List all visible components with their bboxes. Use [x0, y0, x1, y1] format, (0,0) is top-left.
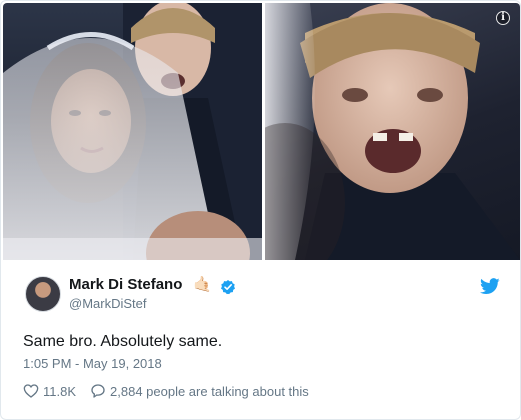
photo-left[interactable]: [3, 3, 262, 260]
tweet-text: Same bro. Absolutely same.: [23, 333, 223, 350]
boy-closeup-illustration: [265, 3, 520, 260]
call-me-hand-icon: 🤙🏻: [193, 275, 212, 293]
twitter-bird-icon[interactable]: [480, 278, 500, 295]
heart-icon[interactable]: [23, 383, 39, 399]
talking-about-link[interactable]: 2,884 people are talking about this: [110, 384, 309, 399]
speech-bubble-icon[interactable]: [90, 383, 106, 399]
author-handle[interactable]: @MarkDiStef: [69, 296, 147, 311]
avatar[interactable]: [25, 276, 61, 312]
tweet-actions: 11.8K 2,884 people are talking about thi…: [23, 381, 309, 401]
like-count[interactable]: 11.8K: [43, 384, 76, 399]
info-icon[interactable]: i: [496, 11, 510, 25]
tweet-media[interactable]: i: [3, 3, 520, 260]
verified-check-icon: [221, 280, 235, 295]
embedded-tweet-card[interactable]: i Mark Di Stefano 🤙🏻 @MarkDiStef Same br…: [0, 0, 521, 420]
tweet-timestamp[interactable]: 1:05 PM - May 19, 2018: [23, 356, 162, 371]
bride-photo-illustration: [3, 3, 262, 260]
author-name[interactable]: Mark Di Stefano: [69, 276, 182, 293]
photo-right[interactable]: i: [265, 3, 520, 260]
